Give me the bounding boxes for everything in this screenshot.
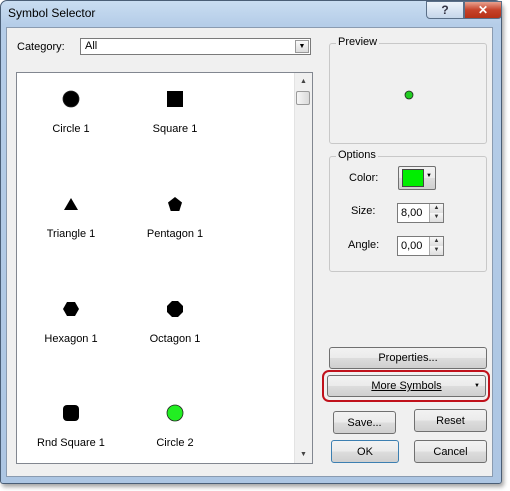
category-dropdown[interactable]: All ▼ <box>80 38 311 55</box>
triangle-symbol-icon <box>64 198 78 210</box>
symbol-item[interactable]: Hexagon 1 <box>19 300 123 380</box>
save-button[interactable]: Save... <box>333 411 396 434</box>
symbol-name: Pentagon 1 <box>146 228 204 240</box>
cancel-button[interactable]: Cancel <box>414 440 487 463</box>
symbol-name: Rnd Square 1 <box>37 437 105 449</box>
rounded-square-symbol-icon <box>63 405 79 421</box>
vertical-scrollbar[interactable]: ▲ ▼ <box>294 73 312 463</box>
size-decrement-icon[interactable]: ▼ <box>429 213 443 222</box>
options-title: Options <box>336 149 378 161</box>
hexagon-symbol-icon <box>63 302 79 316</box>
chevron-down-icon: ▼ <box>426 173 432 179</box>
size-spinner[interactable]: 8,00 ▲ ▼ <box>397 203 444 223</box>
preview-title: Preview <box>336 36 380 48</box>
size-label: Size: <box>351 205 376 217</box>
ok-button-label: OK <box>357 445 373 458</box>
symbol-item[interactable]: Square 1 <box>123 90 227 170</box>
circle-symbol-icon <box>166 404 184 422</box>
reset-button-label: Reset <box>436 414 465 427</box>
category-label: Category: <box>17 41 65 53</box>
title-bar[interactable]: Symbol Selector ? ✕ <box>1 1 502 27</box>
symbol-item[interactable]: Octagon 1 <box>123 300 227 380</box>
category-value: All <box>85 40 98 52</box>
symbol-item[interactable]: Rnd Square 1 <box>19 404 123 463</box>
symbol-item[interactable]: Circle 1 <box>19 90 123 170</box>
circle-symbol-icon <box>62 90 80 108</box>
scrollbar-thumb[interactable] <box>296 91 310 105</box>
symbol-name: Hexagon 1 <box>44 333 98 345</box>
properties-button-label: Properties... <box>378 352 438 364</box>
symbol-name: Triangle 1 <box>46 228 96 240</box>
symbol-list[interactable]: Circle 1 Square 1 Triangle 1 Pentagon 1 Hexa… <box>16 72 313 464</box>
more-symbols-label: More Symbols <box>371 380 442 392</box>
size-value[interactable]: 8,00 <box>401 207 422 219</box>
angle-decrement-icon[interactable]: ▼ <box>429 246 443 255</box>
symbol-item[interactable]: Pentagon 1 <box>123 195 227 275</box>
properties-button[interactable]: Properties... <box>329 347 487 369</box>
reset-button[interactable]: Reset <box>414 409 487 432</box>
save-button-label: Save... <box>347 416 382 429</box>
octagon-symbol-icon <box>167 301 183 317</box>
symbol-name: Square 1 <box>152 123 198 135</box>
color-label: Color: <box>349 172 379 184</box>
symbol-name: Circle 2 <box>156 437 194 449</box>
cancel-button-label: Cancel <box>433 445 468 458</box>
help-icon: ? <box>441 3 449 17</box>
symbol-item[interactable]: Triangle 1 <box>19 195 123 275</box>
close-icon: ✕ <box>477 3 489 17</box>
symbol-name: Octagon 1 <box>149 333 201 345</box>
color-swatch <box>402 169 424 187</box>
symbol-name: Circle 1 <box>52 123 90 135</box>
ok-button[interactable]: OK <box>331 440 399 463</box>
preview-group: Preview <box>329 36 487 144</box>
angle-label: Angle: <box>348 239 380 251</box>
pentagon-symbol-icon <box>168 197 182 211</box>
window-title: Symbol Selector <box>8 6 96 20</box>
help-button[interactable]: ? <box>426 1 464 19</box>
angle-spinner[interactable]: 0,00 ▲ ▼ <box>397 236 444 256</box>
close-button[interactable]: ✕ <box>464 1 502 19</box>
square-symbol-icon <box>167 91 183 107</box>
symbol-item[interactable]: Circle 2 <box>123 404 227 463</box>
color-picker-button[interactable]: ▼ <box>398 166 436 190</box>
chevron-down-icon: ▼ <box>474 383 480 389</box>
angle-value[interactable]: 0,00 <box>401 240 422 252</box>
preview-symbol <box>404 90 414 100</box>
chevron-down-icon[interactable]: ▼ <box>295 40 309 53</box>
scroll-up-icon[interactable]: ▲ <box>295 73 312 90</box>
more-symbols-button[interactable]: More Symbols ▼ <box>327 375 486 397</box>
scroll-down-icon[interactable]: ▼ <box>295 446 312 463</box>
